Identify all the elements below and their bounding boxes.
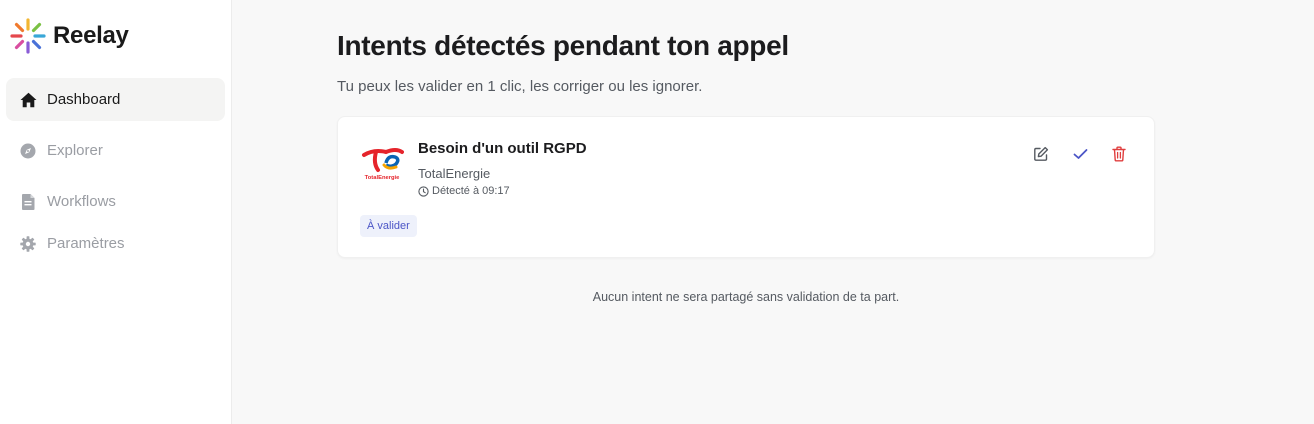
detected-label: Détecté à 09:17	[432, 185, 510, 197]
sidebar-item-explorer[interactable]: Explorer	[6, 129, 225, 172]
document-icon	[19, 193, 37, 211]
edit-icon	[1033, 146, 1049, 162]
compass-icon	[19, 142, 37, 160]
trash-icon	[1112, 146, 1126, 162]
privacy-note: Aucun intent ne sera partagé sans valida…	[592, 290, 900, 304]
intent-card[interactable]: TotalEnergie Besoin d'un outil RGPD Tota…	[337, 116, 1155, 258]
page-subtitle: Tu peux les valider en 1 clic, les corri…	[337, 78, 703, 95]
sidebar-item-label: Dashboard	[47, 91, 121, 108]
detected-time: Détecté à 09:17	[418, 185, 510, 197]
svg-text:TotalEnergie: TotalEnergie	[365, 175, 400, 181]
sidebar-item-label: Explorer	[47, 142, 103, 159]
sidebar-item-label: Workflows	[47, 193, 116, 210]
check-icon	[1073, 148, 1088, 160]
brand-name: Reelay	[53, 22, 129, 49]
intent-company: TotalEnergie	[418, 166, 491, 181]
company-logo: TotalEnergie	[360, 143, 404, 181]
validate-button[interactable]	[1069, 143, 1091, 165]
sidebar-item-dashboard[interactable]: Dashboard	[6, 78, 225, 121]
edit-button[interactable]	[1030, 143, 1052, 165]
clock-icon	[418, 185, 429, 197]
sidebar: Reelay Dashboard Explorer Workflows Para…	[0, 0, 232, 424]
sidebar-item-label: Paramètres	[47, 235, 125, 252]
sidebar-item-workflows[interactable]: Workflows	[6, 180, 225, 223]
sidebar-item-parametres[interactable]: Paramètres	[6, 222, 225, 265]
intent-title: Besoin d'un outil RGPD	[418, 140, 587, 157]
brand-logo[interactable]: Reelay	[9, 17, 129, 55]
gear-icon	[19, 235, 37, 253]
home-icon	[19, 91, 37, 109]
page-title: Intents détectés pendant ton appel	[337, 30, 789, 61]
delete-button[interactable]	[1108, 143, 1130, 165]
sparkle-logo-icon	[10, 18, 46, 54]
status-badge: À valider	[360, 215, 417, 237]
